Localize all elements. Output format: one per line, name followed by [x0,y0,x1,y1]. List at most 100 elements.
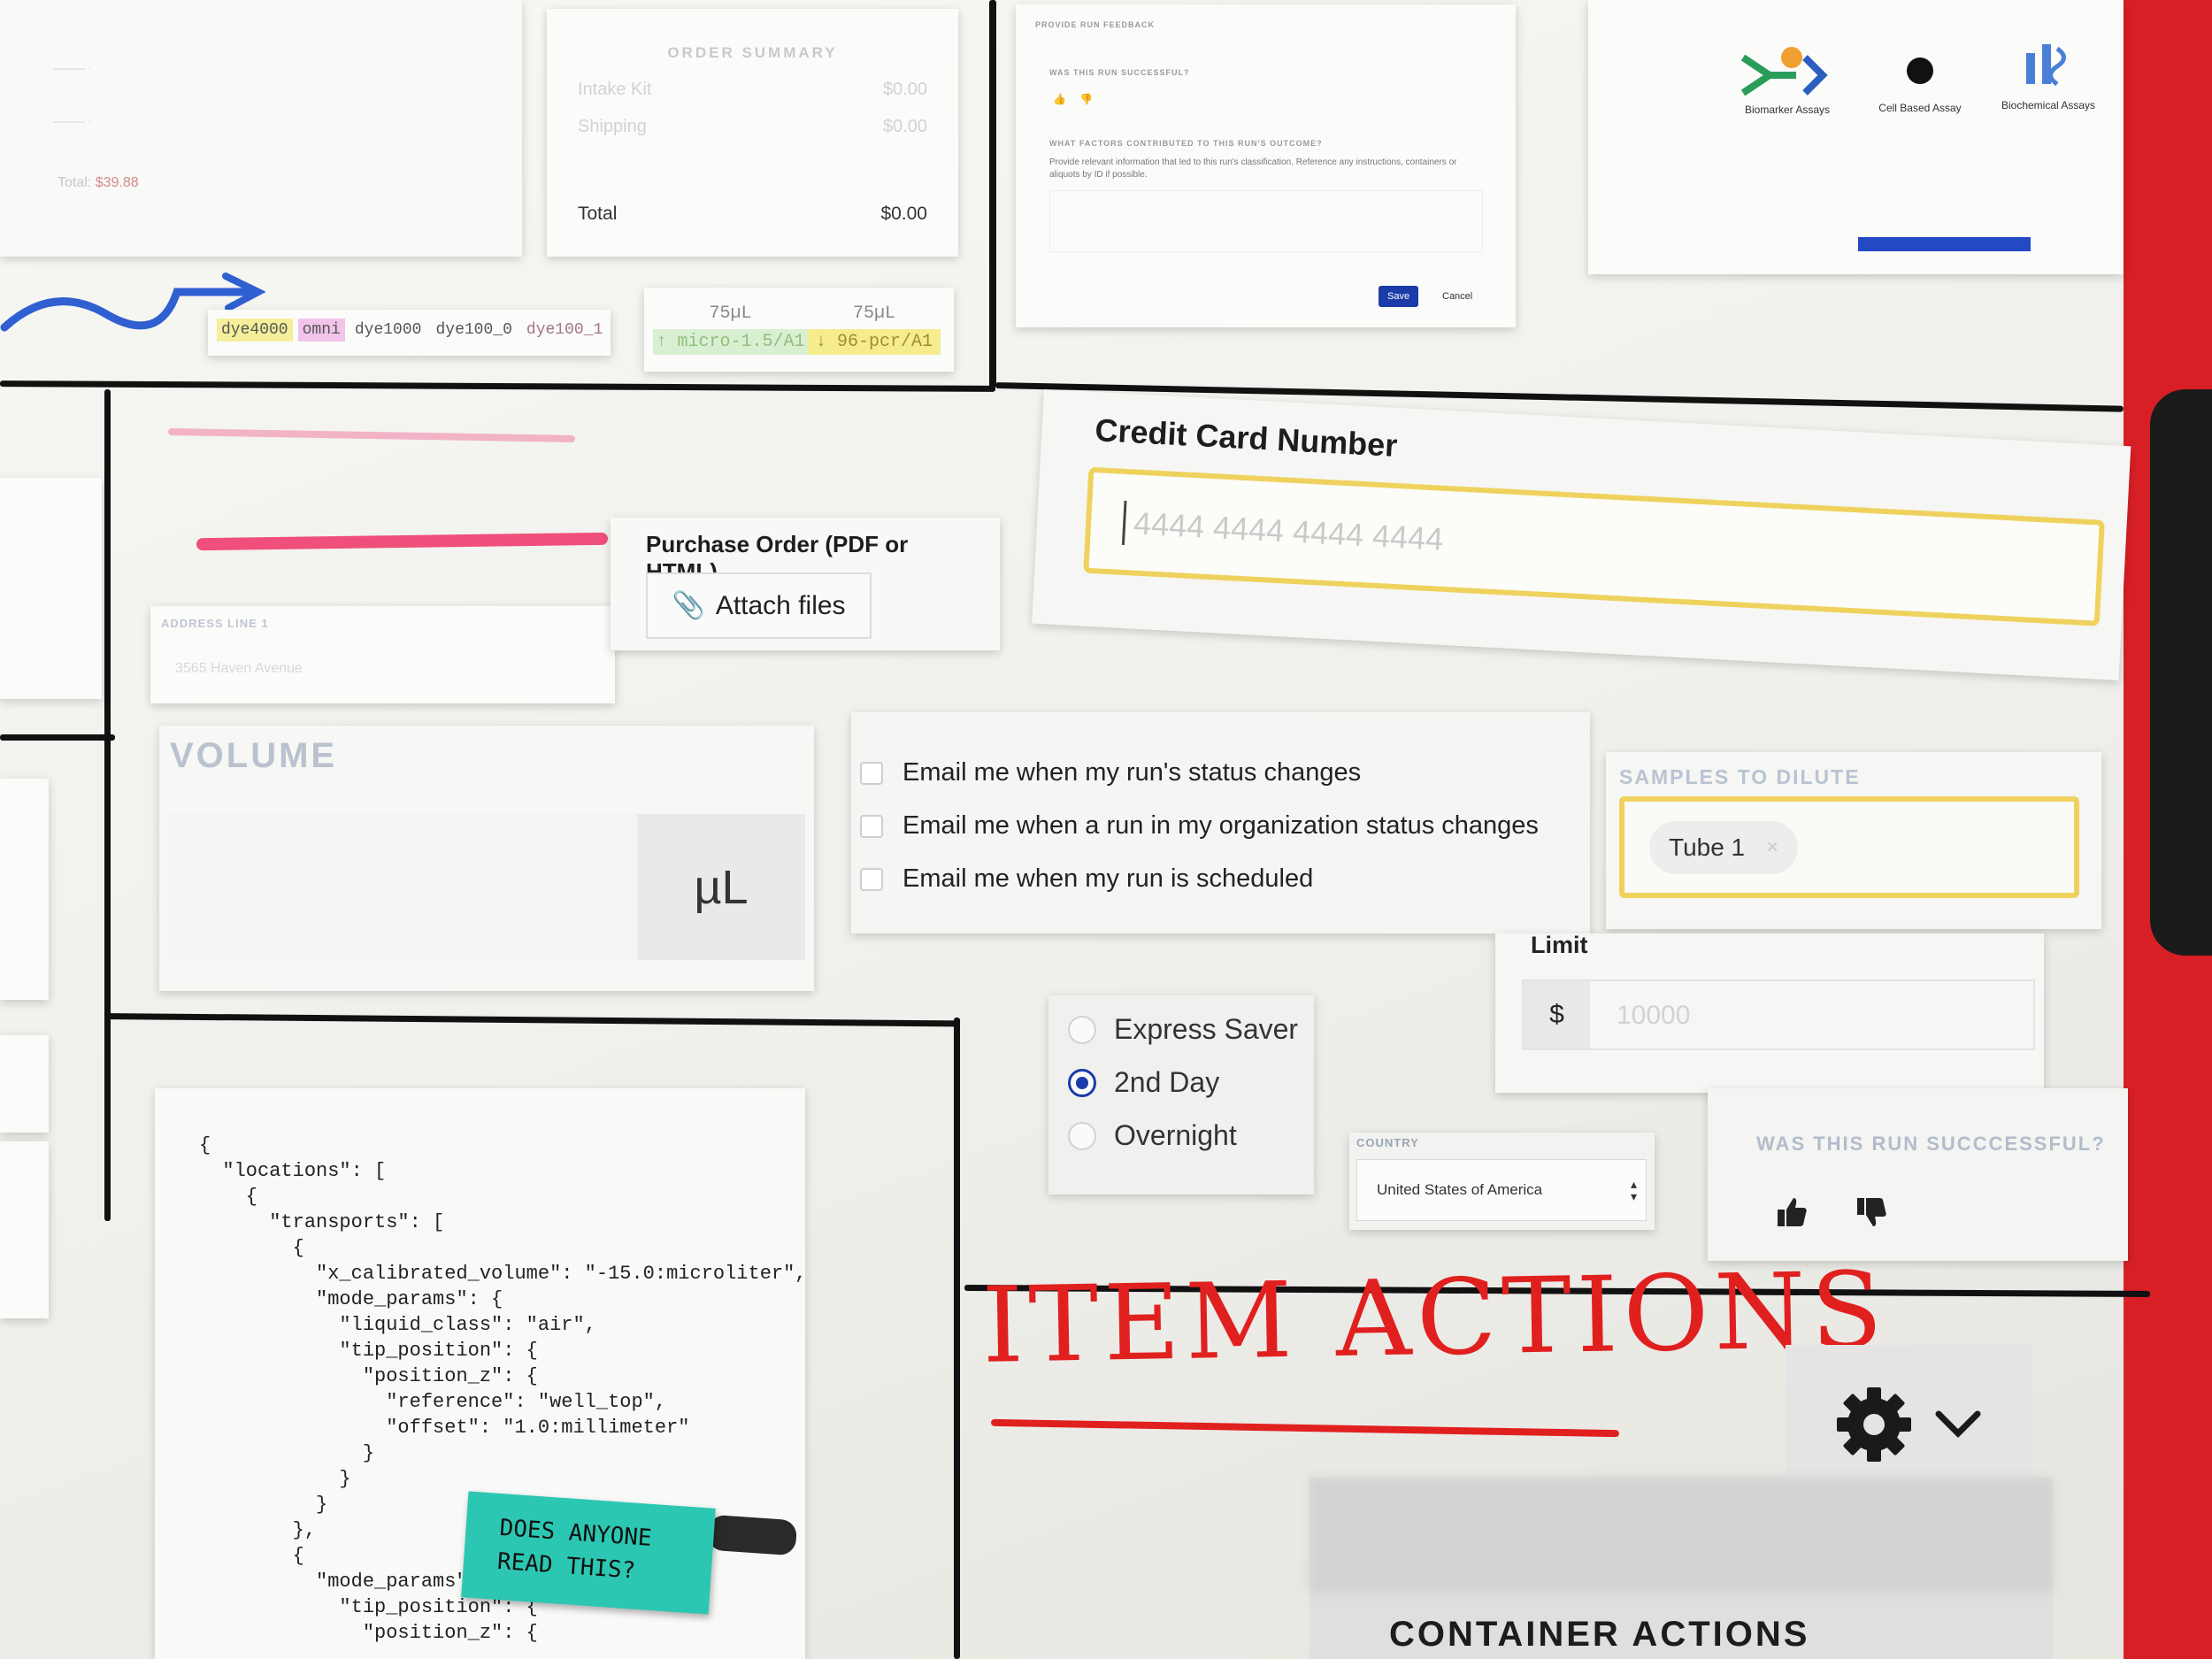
attach-files-button[interactable]: 📎 Attach files [646,572,872,639]
address-input[interactable]: 3565 Haven Avenue [175,661,303,677]
credit-card-input[interactable]: 4444 4444 4444 4444 [1083,466,2105,626]
select-arrows-icon: ▴ ▾ [1630,1177,1637,1203]
total-value: $0.00 [880,204,927,224]
dye-tag-list: dye4000 omni dye1000 dye100_0 dye100_1 [217,319,612,342]
address-card: ADDRESS LINE 1 3565 Haven Avenue [150,606,615,703]
well-volume-tags: 75µL ↑ micro-1.5/A1 75µL ↓ 96-pcr/A1 [644,288,954,372]
express-saver-radio[interactable] [1068,1015,1096,1044]
order-summary-card: ORDER SUMMARY Intake Kit $0.00 Shipping … [547,9,958,257]
marker-line [954,1018,960,1659]
run-success-card: WAS THIS RUN SUCCCESSFUL? [1708,1088,2128,1261]
thumbs-up-icon[interactable] [1774,1194,1809,1230]
notify-scheduled-checkbox[interactable] [860,867,883,891]
notify-status-option[interactable]: Email me when my run's status changes [860,758,1361,787]
dye-tag[interactable]: dye100_0 [431,319,516,342]
sticky-note-text: DOES ANYONE READ THIS? [496,1514,653,1585]
save-button[interactable]: Save [1379,286,1419,307]
volume-unit: µL [637,814,805,960]
run-feedback-card: PROVIDE RUN FEEDBACK WAS THIS RUN SUCCES… [1016,4,1516,327]
factors-textarea[interactable] [1049,190,1483,252]
order-summary-row: Intake Kit $0.00 [578,80,927,100]
gear-icon [1837,1387,1911,1462]
second-day-radio[interactable] [1068,1068,1096,1097]
radio-label: 2nd Day [1114,1066,1220,1098]
country-label: COUNTRY [1356,1136,1419,1149]
checkbox-label: Email me when a run in my organization s… [902,811,1539,840]
cart-scrap: ——— · ——— · Total: $39.88 [0,0,522,257]
order-summary-row: Shipping $0.00 [578,117,927,137]
notify-org-option[interactable]: Email me when a run in my organization s… [860,811,1539,841]
marker-line [0,734,115,741]
left-scrap [0,779,49,1000]
left-scrap [0,1035,49,1133]
factors-heading: WHAT FACTORS CONTRIBUTED TO THIS RUN'S O… [1049,139,1323,148]
dye-tag[interactable]: dye4000 [217,319,293,342]
credit-card-placeholder: 4444 4444 4444 4444 [1133,504,1445,557]
feedback-question: WAS THIS RUN SUCCESSFUL? [1049,68,1190,77]
radio-label: Express Saver [1114,1013,1299,1045]
left-scrap [0,478,102,699]
dye-tag[interactable]: dye1000 [350,319,426,342]
faint-text: ——— · [53,115,92,127]
shipping-option[interactable]: Overnight [1068,1119,1237,1152]
purchase-order-field: Purchase Order (PDF or HTML) 📎 Attach fi… [646,531,982,646]
cell-based-assay-icon [1907,58,1933,84]
shipping-option[interactable]: Express Saver [1068,1013,1298,1046]
request-button[interactable] [1858,237,2031,251]
limit-input[interactable]: $ 10000 [1522,979,2035,1050]
biomarker-assays-link[interactable]: Biomarker Assays [1721,104,1854,116]
run-success-label: WAS THIS RUN SUCCCESSFUL? [1756,1133,2106,1155]
thumbs-down-icon[interactable]: 👎 [1079,93,1093,105]
cart-total-value: $39.88 [95,175,139,190]
row-value: $0.00 [882,117,927,136]
sample-chip-label: Tube 1 [1669,833,1746,861]
attach-files-label: Attach files [715,590,846,620]
biochemical-assays-link[interactable]: Biochemical Assays [1982,99,2115,111]
shipping-options-card: Express Saver 2nd Day Overnight [1048,995,1314,1194]
cell-based-assay-link[interactable]: Cell Based Assay [1854,102,1986,114]
shipping-option[interactable]: 2nd Day [1068,1066,1219,1099]
well-label: ↓ 96-pcr/A1 [808,329,941,355]
well-volume: 75µL [852,303,895,324]
dye-tag[interactable]: dye100_1 [522,319,607,342]
total-label: Total [578,204,618,224]
dye-tag[interactable]: omni [297,319,345,342]
well-volume: 75µL [709,303,752,324]
volume-card: VOLUME µL [159,726,814,991]
sticky-note: DOES ANYONE READ THIS? [461,1491,716,1615]
limit-label: Limit [1531,932,1588,958]
country-select[interactable]: United States of America ▴ ▾ [1356,1159,1647,1221]
volume-label: VOLUME [170,736,338,775]
checkbox-label: Email me when my run's status changes [902,758,1362,787]
overnight-radio[interactable] [1068,1121,1096,1150]
currency-prefix: $ [1524,981,1590,1048]
samples-input[interactable]: Tube 1 × [1619,796,2079,898]
samples-label: SAMPLES TO DILUTE [1619,765,1861,788]
well-label: ↑ micro-1.5/A1 [653,329,808,355]
feedback-heading: PROVIDE RUN FEEDBACK [1035,20,1156,29]
sample-chip[interactable]: Tube 1 × [1649,821,1799,874]
credit-card-label: Credit Card Number [1094,411,1399,464]
assay-catalog-card: Biomarker Assays Cell Based Assay Bioche… [1588,0,2124,274]
thumbs-down-icon[interactable] [1854,1194,1889,1230]
biomarker-assay-icon [1740,47,1828,96]
notify-status-checkbox[interactable] [860,761,883,785]
chevron-down-icon [1935,1410,1981,1438]
well-tag[interactable]: 75µL ↑ micro-1.5/A1 [653,303,808,355]
marker-pen [706,1514,798,1556]
close-icon[interactable]: × [1766,835,1778,860]
well-tag[interactable]: 75µL ↓ 96-pcr/A1 [808,303,941,355]
purchase-order-card: Purchase Order (PDF or HTML) 📎 Attach fi… [611,518,1000,650]
order-summary-title: ORDER SUMMARY [667,44,838,61]
item-actions-menu[interactable] [1786,1345,2032,1478]
row-label: Intake Kit [578,80,652,99]
dark-object [2150,389,2212,956]
volume-input[interactable]: µL [168,814,805,960]
text-caret [1121,500,1127,545]
cart-total: Total: $39.88 [58,175,139,191]
notify-org-checkbox[interactable] [860,814,883,838]
cancel-button[interactable]: Cancel [1442,291,1472,302]
biochemical-assay-icon [2026,44,2066,87]
thumbs-up-icon[interactable]: 👍 [1053,93,1066,105]
notify-scheduled-option[interactable]: Email me when my run is scheduled [860,864,1313,894]
